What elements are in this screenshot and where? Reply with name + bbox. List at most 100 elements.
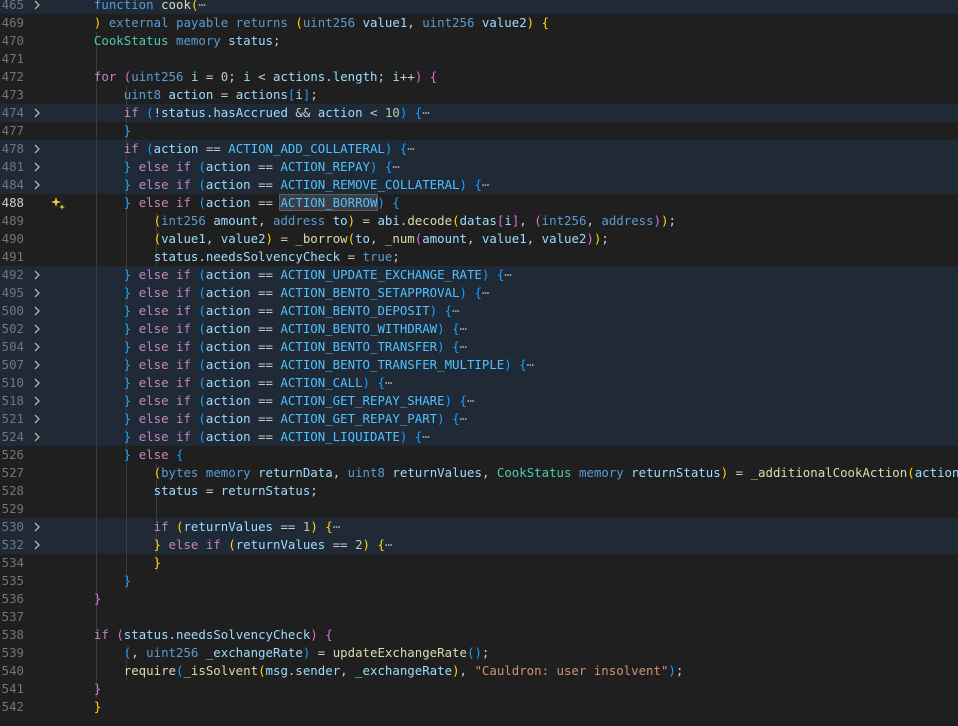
- code-line[interactable]: 528 status = returnStatus;: [0, 482, 958, 500]
- code-line[interactable]: 524 } else if (action == ACTION_LIQUIDAT…: [0, 428, 958, 446]
- chevron-right-icon[interactable]: [30, 338, 44, 356]
- code-token: ⋯: [459, 411, 467, 426]
- code-line[interactable]: 541 }: [0, 680, 958, 698]
- code-line[interactable]: 474 if (!status.hasAccrued && action < 1…: [0, 104, 958, 122]
- chevron-right-icon[interactable]: [30, 374, 44, 392]
- code-text: }: [79, 698, 101, 716]
- code-text: (value1, value2) = _borrow(to, _num(amou…: [79, 230, 609, 248]
- code-line[interactable]: 470 CookStatus memory status;: [0, 32, 958, 50]
- code-token: value2: [541, 231, 587, 246]
- code-token: ==: [250, 357, 281, 372]
- code-line[interactable]: 534 }: [0, 554, 958, 572]
- code-token: ,: [131, 645, 147, 660]
- code-line[interactable]: 490 (value1, value2) = _borrow(to, _num(…: [0, 230, 958, 248]
- code-token: ACTION_GET_REPAY_SHARE: [280, 393, 445, 408]
- code-line[interactable]: 530 if (returnValues == 1) {⋯: [0, 518, 958, 536]
- code-token: {: [377, 375, 385, 390]
- code-token: ,: [258, 213, 273, 228]
- code-line[interactable]: 492 } else if (action == ACTION_UPDATE_E…: [0, 266, 958, 284]
- code-line[interactable]: 491 status.needsSolvencyCheck = true;: [0, 248, 958, 266]
- code-token: _exchangeRate: [355, 663, 453, 678]
- line-number: 528: [1, 483, 24, 498]
- code-token: address: [273, 213, 326, 228]
- code-line[interactable]: 527 (bytes memory returnData, uint8 retu…: [0, 464, 958, 482]
- chevron-right-icon[interactable]: [30, 536, 44, 554]
- code-text: }: [79, 572, 131, 590]
- sparkle-icon[interactable]: [50, 195, 66, 211]
- code-line[interactable]: 477 }: [0, 122, 958, 140]
- chevron-right-icon[interactable]: [30, 518, 44, 536]
- code-line[interactable]: 535 }: [0, 572, 958, 590]
- chevron-right-icon[interactable]: [30, 0, 44, 14]
- chevron-right-icon[interactable]: [30, 428, 44, 446]
- line-number: 469: [1, 15, 24, 30]
- chevron-right-icon[interactable]: [30, 302, 44, 320]
- code-line[interactable]: 502 } else if (action == ACTION_BENTO_WI…: [0, 320, 958, 338]
- code-line[interactable]: 484 } else if (action == ACTION_REMOVE_C…: [0, 176, 958, 194]
- code-token: ): [459, 285, 467, 300]
- code-line[interactable]: 500 } else if (action == ACTION_BENTO_DE…: [0, 302, 958, 320]
- code-line[interactable]: 504 } else if (action == ACTION_BENTO_TR…: [0, 338, 958, 356]
- code-line[interactable]: 465 function cook(⋯: [0, 0, 958, 14]
- code-token: uint8: [123, 87, 162, 102]
- chevron-right-icon[interactable]: [30, 410, 44, 428]
- code-token: ==: [250, 177, 281, 192]
- code-token: for: [93, 69, 117, 84]
- code-line[interactable]: 495 } else if (action == ACTION_BENTO_SE…: [0, 284, 958, 302]
- code-token: datas: [459, 213, 497, 228]
- code-line[interactable]: 473 uint8 action = actions[i];: [0, 86, 958, 104]
- code-line[interactable]: 472 for (uint256 i = 0; i < actions.leng…: [0, 68, 958, 86]
- code-token: ,: [340, 663, 356, 678]
- code-line[interactable]: 489 (int256 amount, address to) = abi.de…: [0, 212, 958, 230]
- code-token: =: [728, 465, 751, 480]
- code-line[interactable]: 488 } else if (action == ACTION_BORROW) …: [0, 194, 958, 212]
- code-line[interactable]: 526 } else {: [0, 446, 958, 464]
- chevron-right-icon[interactable]: [30, 284, 44, 302]
- code-line[interactable]: 532 } else if (returnValues == 2) {⋯: [0, 536, 958, 554]
- code-line[interactable]: 469 ) external payable returns (uint256 …: [0, 14, 958, 32]
- code-line[interactable]: 471: [0, 50, 958, 68]
- code-line[interactable]: 529: [0, 500, 958, 518]
- code-line[interactable]: 540 require(_isSolvent(msg.sender, _exch…: [0, 662, 958, 680]
- code-token: int256: [541, 213, 587, 228]
- chevron-right-icon[interactable]: [30, 266, 44, 284]
- chevron-right-icon[interactable]: [30, 158, 44, 176]
- code-line[interactable]: 518 } else if (action == ACTION_GET_REPA…: [0, 392, 958, 410]
- code-line[interactable]: 539 (, uint256 _exchangeRate) = updateEx…: [0, 644, 958, 662]
- line-number: 524: [1, 429, 24, 444]
- code-line[interactable]: 536 }: [0, 590, 958, 608]
- code-line[interactable]: 510 } else if (action == ACTION_CALL) {⋯: [0, 374, 958, 392]
- chevron-right-icon[interactable]: [30, 176, 44, 194]
- chevron-right-icon[interactable]: [30, 356, 44, 374]
- code-line[interactable]: 538 if (status.needsSolvencyCheck) {: [0, 626, 958, 644]
- code-line[interactable]: 521 } else if (action == ACTION_GET_REPA…: [0, 410, 958, 428]
- code-line[interactable]: 481 } else if (action == ACTION_REPAY) {…: [0, 158, 958, 176]
- code-line[interactable]: 478 if (action == ACTION_ADD_COLLATERAL)…: [0, 140, 958, 158]
- code-line[interactable]: 507 } else if (action == ACTION_BENTO_TR…: [0, 356, 958, 374]
- code-line[interactable]: 537: [0, 608, 958, 626]
- chevron-right-icon[interactable]: [30, 140, 44, 158]
- chevron-right-icon[interactable]: [30, 392, 44, 410]
- code-text: for (uint256 i = 0; i < actions.length; …: [79, 68, 437, 86]
- code-line[interactable]: 542 }: [0, 698, 958, 716]
- code-text: function cook(⋯: [79, 0, 206, 14]
- code-token: ==: [250, 159, 281, 174]
- code-editor[interactable]: 465 function cook(⋯ 469 ) external payabl…: [0, 0, 958, 716]
- code-token: updateExchangeRate: [332, 645, 467, 660]
- chevron-right-icon[interactable]: [30, 104, 44, 122]
- chevron-right-icon[interactable]: [30, 320, 44, 338]
- code-token: ⋯: [422, 429, 430, 444]
- code-token: status: [123, 627, 169, 642]
- code-token: else if: [138, 195, 191, 210]
- code-token: _additionalCookAction: [750, 465, 908, 480]
